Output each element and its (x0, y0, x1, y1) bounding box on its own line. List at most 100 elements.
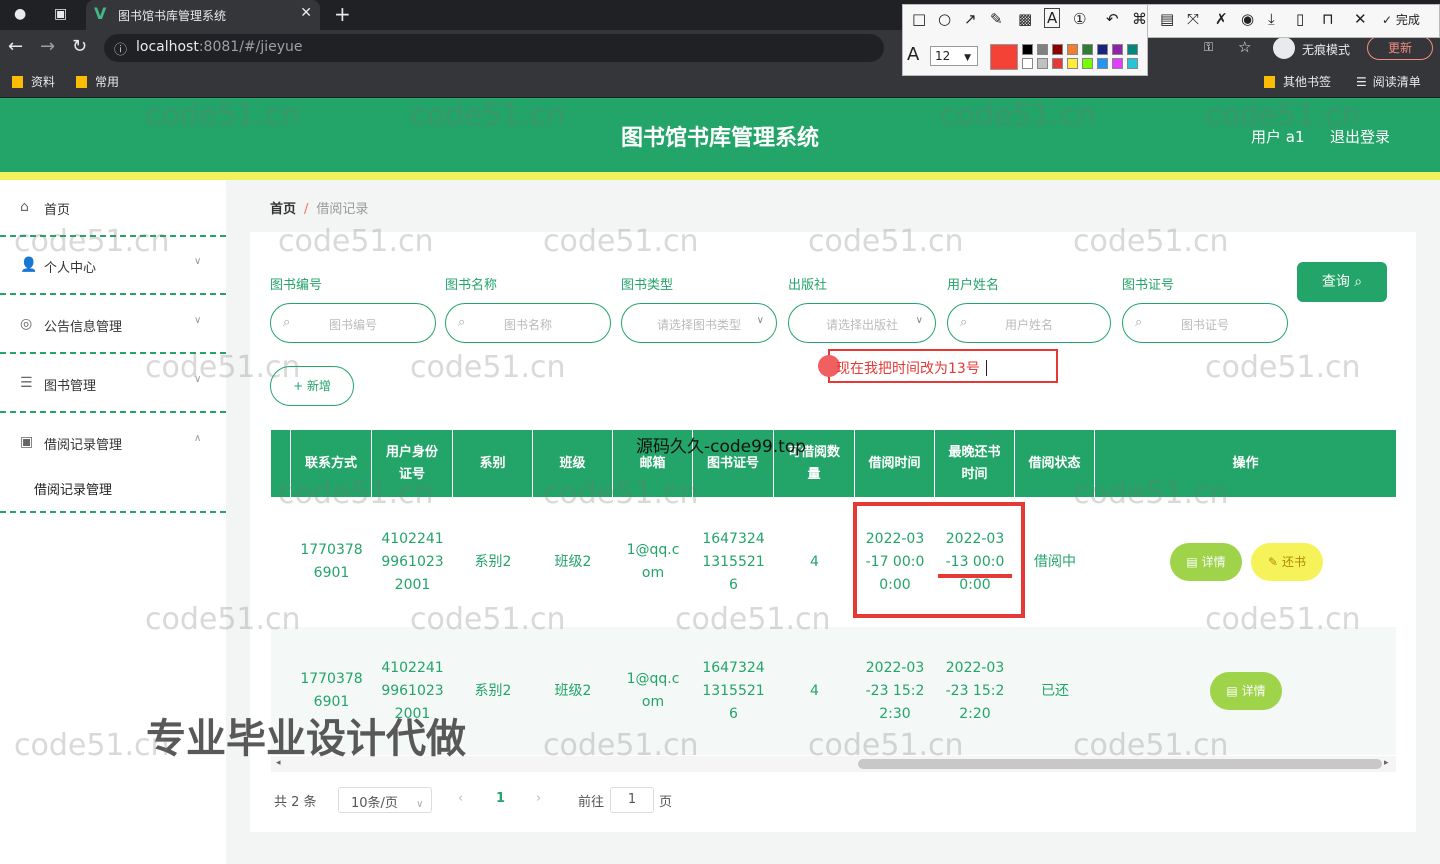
bookmark-changyong[interactable]: 常用 (76, 73, 119, 90)
star-icon[interactable]: ☆ (1238, 38, 1251, 56)
logout-link[interactable]: 退出登录 (1330, 126, 1390, 147)
td-card-no: 1647324 1315521 6 (702, 659, 765, 722)
color-swatch[interactable] (1052, 44, 1063, 55)
scroll-shot-icon[interactable]: ⤧ (1187, 10, 1199, 28)
td-class: 班级2 (554, 553, 592, 570)
reading-list[interactable]: ☰ 阅读清单 (1356, 73, 1421, 90)
filter-label-card-no: 图书证号 (1122, 278, 1175, 293)
number-tool-icon[interactable]: ① (1073, 10, 1086, 28)
annotation-textbox[interactable]: 现在我把时间改为13号 (818, 349, 1058, 383)
record-tool-icon[interactable]: ◉ (1241, 10, 1254, 28)
current-color-swatch[interactable] (990, 44, 1018, 70)
info-icon: ⓘ (114, 43, 128, 58)
tab-close-icon[interactable]: ✕ (300, 5, 312, 21)
color-swatch[interactable] (1112, 58, 1123, 69)
td-card-no: 1647324 1315521 6 (702, 530, 765, 593)
back-icon[interactable]: ← (8, 36, 23, 57)
pen-tool-icon[interactable]: ✎ (990, 10, 1003, 28)
th-actions: 操作 (1232, 455, 1259, 471)
highlight-underline (938, 574, 1012, 578)
color-swatch[interactable] (1052, 58, 1063, 69)
book-name-input[interactable]: ⌕ 图书名称 (445, 303, 611, 343)
translate-tool-icon[interactable]: ✗ (1215, 10, 1228, 28)
download-icon[interactable]: ⤓ (1268, 10, 1275, 28)
th-id-card: 用户身份 证号 (372, 430, 453, 497)
text-tool-icon[interactable]: A (1044, 8, 1061, 28)
forward-icon[interactable]: → (40, 36, 55, 57)
color-swatch[interactable] (1022, 58, 1033, 69)
prev-page-icon[interactable]: ‹ (458, 791, 463, 806)
td-due-time: 2022-03 -23 15:2 2:20 (945, 659, 1005, 722)
list-icon: ☰ (20, 375, 33, 391)
folder-icon (76, 76, 87, 88)
color-swatch[interactable] (1127, 58, 1138, 69)
query-button[interactable]: 查询 ⌕ (1297, 262, 1387, 302)
app-title: 图书馆书库管理系统 (620, 126, 819, 151)
reload-icon[interactable]: ↻ (72, 36, 87, 57)
book-no-input[interactable]: ⌕ 图书编号 (270, 303, 436, 343)
publisher-select[interactable]: 请选择出版社 ∨ (788, 303, 936, 343)
page-number-current[interactable]: 1 (496, 791, 505, 806)
undo-icon[interactable]: ↶ (1106, 10, 1119, 28)
sidebar-subitem-records[interactable]: 借阅记录管理 (34, 479, 112, 498)
scrollbar-thumb[interactable] (858, 759, 1382, 769)
done-button[interactable]: ✓ 完成 (1382, 11, 1420, 28)
total-count: 共 2 条 (274, 795, 317, 810)
url-field[interactable]: ⓘ localhost:8081/#/jieyue (104, 34, 884, 62)
color-swatch[interactable] (1082, 44, 1093, 55)
font-icon: A (907, 44, 920, 65)
td-email: 1@qq.c om (626, 671, 680, 710)
update-button[interactable]: 更新 (1367, 36, 1433, 60)
pinned-tab-icon[interactable]: ▣ (54, 6, 67, 22)
color-swatch[interactable] (1097, 58, 1108, 69)
detail-button[interactable]: ▤ 详情 (1210, 672, 1282, 710)
th-class: 班级 (533, 430, 613, 497)
color-swatch[interactable] (1067, 58, 1078, 69)
td-quota: 4 (810, 553, 819, 570)
page-size-select[interactable]: 10条/页 ∨ (338, 787, 432, 813)
bookmark-other[interactable]: 其他书签 (1264, 73, 1331, 90)
color-swatch[interactable] (1082, 58, 1093, 69)
sidebar-item-personal[interactable]: 👤 个人中心 ∨ (0, 238, 226, 295)
next-page-icon[interactable]: › (536, 791, 541, 806)
user-name-input[interactable]: ⌕ 用户姓名 (947, 303, 1111, 343)
color-swatch[interactable] (1037, 44, 1048, 55)
color-swatch[interactable] (1112, 44, 1123, 55)
th-due-time: 最晚还书 时间 (935, 430, 1015, 497)
sidebar-item-home[interactable]: ⌂ 首页 (0, 180, 226, 237)
phone-icon[interactable]: ▯ (1296, 10, 1304, 28)
color-swatch[interactable] (1097, 44, 1108, 55)
ocr-tool-icon[interactable]: ▤ (1160, 10, 1174, 28)
bookmark-tool-icon[interactable]: ⊓ (1322, 10, 1334, 28)
rect-tool-icon[interactable]: □ (912, 10, 926, 28)
new-tab-button[interactable]: + (334, 2, 351, 26)
sidebar-item-books[interactable]: ☰ 图书管理 ∨ (0, 356, 226, 413)
home-icon: ⌂ (20, 199, 29, 215)
goto-page-input[interactable]: 1 (610, 787, 654, 813)
breadcrumb-home[interactable]: 首页 (270, 202, 296, 217)
book-type-select[interactable]: 请选择图书类型 ∨ (621, 303, 777, 343)
pin-tool-icon[interactable]: ⌘ (1132, 10, 1147, 28)
bookmark-ziliao[interactable]: 资料 (12, 73, 55, 90)
add-button[interactable]: + 新增 (270, 366, 354, 406)
ellipse-tool-icon[interactable]: ○ (938, 10, 951, 28)
color-swatch[interactable] (1022, 44, 1033, 55)
color-swatch[interactable] (1067, 44, 1078, 55)
sidebar-item-notice[interactable]: ◎ 公告信息管理 ∨ (0, 297, 226, 354)
cancel-icon[interactable]: ✕ (1354, 10, 1367, 28)
card-no-input[interactable]: ⌕ 图书证号 (1122, 303, 1288, 343)
return-book-button[interactable]: ✎ 还书 (1251, 543, 1323, 581)
key-icon[interactable]: ⚿ (1204, 40, 1213, 55)
notice-icon: ◎ (20, 316, 33, 332)
browser-tab-active[interactable]: V 图书馆书库管理系统 ✕ (86, 0, 320, 30)
mosaic-tool-icon[interactable]: ▩ (1018, 10, 1032, 28)
color-swatch[interactable] (1127, 44, 1138, 55)
color-swatch[interactable] (1037, 58, 1048, 69)
td-class: 班级2 (554, 682, 592, 699)
detail-button[interactable]: ▤ 详情 (1170, 543, 1242, 581)
breadcrumb: 首页 / 借阅记录 (270, 202, 369, 217)
sidebar-item-records[interactable]: ▣ 借阅记录管理 ∧ (0, 415, 226, 472)
font-size-select[interactable]: 12 ▼ (930, 46, 978, 66)
scroll-right-icon[interactable]: ▸ (1384, 758, 1389, 768)
arrow-tool-icon[interactable]: ↗ (964, 10, 977, 28)
